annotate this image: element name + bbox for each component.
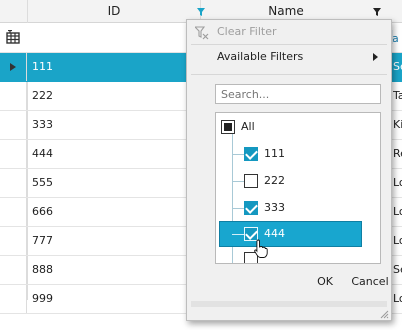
row-indicator [0, 82, 27, 110]
name-cell[interactable]: Lo [393, 198, 402, 226]
id-cell[interactable]: 555 [32, 169, 192, 197]
name-cell[interactable]: Ta [393, 82, 402, 110]
id-cell[interactable]: 777 [32, 227, 192, 255]
filter-item[interactable]: 333 [216, 195, 364, 221]
row-indicator [0, 198, 27, 226]
menu-separator [191, 74, 387, 75]
item-checkbox[interactable] [244, 147, 258, 161]
filter-item[interactable]: 111 [216, 141, 364, 167]
resize-bar[interactable] [191, 301, 387, 307]
name-cell[interactable]: Lo [393, 227, 402, 255]
tree-connector [232, 181, 244, 182]
row-indicator [0, 111, 27, 139]
filter-item-label: 222 [264, 174, 285, 187]
all-checkbox[interactable] [221, 120, 235, 134]
clear-filter-menu-item[interactable]: Clear Filter [187, 20, 391, 44]
available-filters-menu-item[interactable]: Available Filters [187, 45, 391, 69]
filter-item-partial[interactable] [216, 248, 364, 263]
name-cell[interactable]: Se [393, 256, 402, 284]
filter-popup: Clear Filter Available Filters All 111 2… [186, 19, 392, 321]
row-indicator [0, 53, 27, 81]
name-cell[interactable]: Re [393, 140, 402, 168]
search-input[interactable] [215, 84, 381, 104]
name-cell[interactable]: Lo [393, 169, 402, 197]
row-indicator [0, 256, 27, 284]
clear-filter-icon [193, 25, 209, 40]
item-checkbox[interactable] [244, 174, 258, 188]
row-indicator [0, 169, 27, 197]
name-cell[interactable]: Ki [393, 111, 402, 139]
item-checkbox[interactable] [244, 201, 258, 215]
submenu-arrow-icon [373, 53, 378, 61]
id-cell[interactable]: 444 [32, 140, 192, 168]
id-cell[interactable]: 999 [32, 285, 192, 313]
resize-grip-icon[interactable] [380, 309, 389, 319]
row-indicator [0, 140, 27, 168]
tree-connector [232, 234, 244, 235]
filter-item-all[interactable]: All [216, 114, 364, 140]
filter-item[interactable]: 222 [216, 168, 364, 194]
name-cell[interactable]: Se [393, 53, 402, 81]
id-cell[interactable]: 333 [32, 111, 192, 139]
filter-row-link[interactable]: a [392, 32, 399, 45]
tree-connector [232, 208, 244, 209]
cancel-button[interactable]: Cancel [349, 272, 391, 294]
column-header-id[interactable]: ID [28, 0, 200, 22]
id-cell[interactable]: 888 [32, 256, 192, 284]
id-cell[interactable]: 111 [32, 53, 192, 81]
filter-values-list: All 111 222 333 444 [215, 112, 381, 264]
name-cell[interactable]: Lo [393, 285, 402, 313]
row-indicator [0, 227, 27, 255]
column-chooser-icon[interactable] [6, 28, 20, 44]
row-indicator [0, 285, 27, 313]
current-row-arrow-icon [10, 63, 16, 71]
filter-item-label: 333 [264, 201, 285, 214]
id-cell[interactable]: 666 [32, 198, 192, 226]
ok-button[interactable]: OK [310, 272, 340, 294]
tree-connector [232, 154, 244, 155]
hand-cursor-icon [254, 239, 268, 259]
name-filter-icon[interactable] [373, 6, 381, 16]
available-filters-label: Available Filters [217, 50, 304, 63]
filter-item-highlighted[interactable]: 444 [219, 221, 362, 247]
filter-item-label: 111 [264, 147, 285, 160]
clear-filter-label: Clear Filter [217, 25, 277, 38]
id-cell[interactable]: 222 [32, 82, 192, 110]
filter-item-label: All [241, 120, 255, 133]
